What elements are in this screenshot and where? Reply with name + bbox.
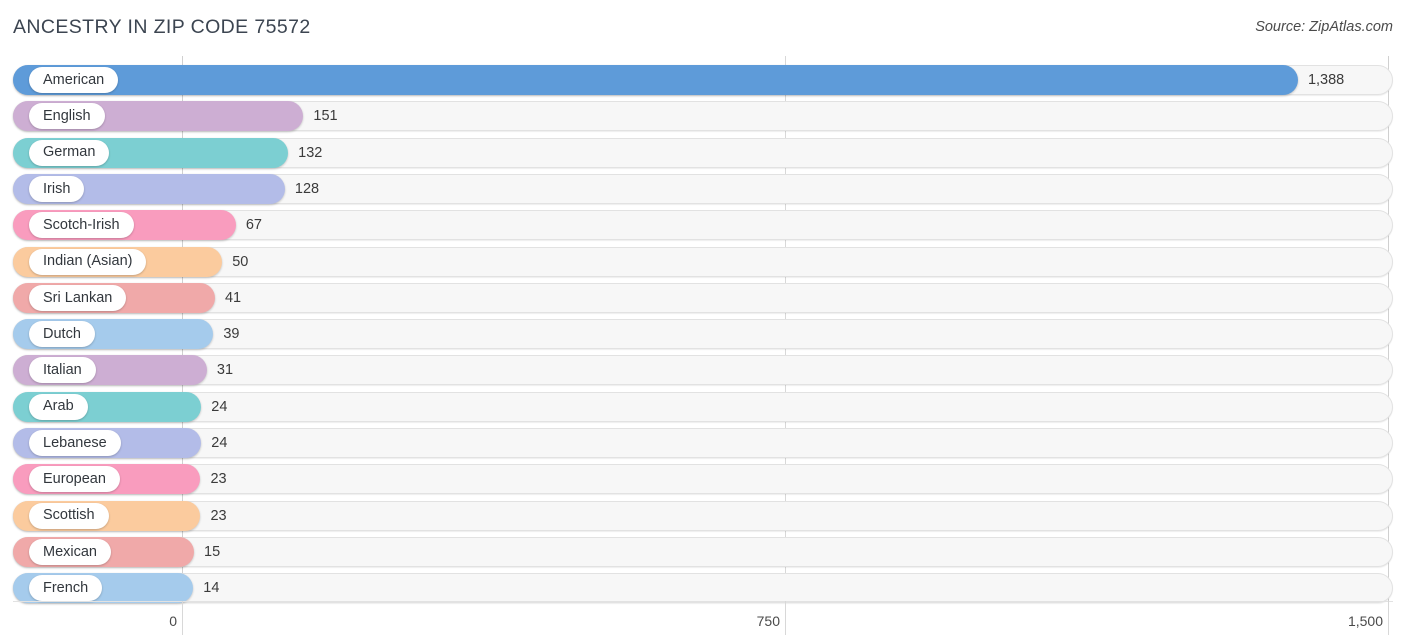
bar-value-label: 31: [216, 362, 234, 379]
bar-row[interactable]: Mexican 15: [13, 536, 1393, 567]
chart-header: ANCESTRY IN ZIP CODE 75572 Source: ZipAt…: [0, 0, 1406, 56]
bar-row[interactable]: Arab 24: [13, 391, 1393, 422]
bar-value-label: 128: [294, 180, 320, 197]
bar-label-pill: Scottish: [29, 502, 109, 529]
x-tick-label: 0: [169, 613, 177, 629]
bar-value-label: 67: [245, 217, 262, 234]
bar-label-pill: Dutch: [29, 321, 95, 348]
bar-category-label: Lebanese: [43, 434, 107, 451]
bar-category-label: German: [43, 144, 96, 161]
bar-label-pill: Sri Lankan: [29, 284, 127, 311]
x-tick-label: 750: [756, 613, 780, 629]
bar-value-label: 41: [224, 289, 242, 306]
bar-rows: American 1,388 English 151 German 132 Irish 128…: [0, 56, 1406, 604]
bar-label-pill: European: [29, 466, 120, 493]
bar-value-label: 39: [223, 326, 240, 343]
bar-category-label: Scottish: [43, 507, 95, 524]
plot-area: American 1,388 English 151 German 132 Irish 128…: [0, 56, 1406, 604]
bar-value-label: 151: [313, 108, 338, 125]
bar-row[interactable]: Dutch 39: [13, 319, 1393, 350]
bar-row[interactable]: German 132: [13, 137, 1393, 168]
bar-label-pill: Lebanese: [29, 430, 121, 456]
bar-label-pill: German: [29, 139, 110, 166]
tick-line: [785, 601, 786, 635]
bar-value-label: 132: [298, 144, 323, 161]
bar-label-pill: American: [29, 67, 119, 93]
bar-category-label: Dutch: [43, 325, 81, 342]
bar-row[interactable]: French 14: [13, 573, 1393, 604]
bar-value-label: 15: [204, 543, 221, 560]
bar-category-label: European: [43, 471, 106, 488]
tick-line: [1388, 601, 1389, 635]
x-axis: 0 750 1,500: [0, 601, 1406, 644]
tick-line: [182, 601, 183, 635]
bar-category-label: French: [43, 579, 89, 596]
axis-top-line: [13, 601, 1393, 602]
bar-category-label: Sri Lankan: [43, 289, 113, 306]
x-tick-label: 1,500: [1347, 613, 1383, 629]
bar-label-pill: Mexican: [29, 538, 111, 565]
bar-label-pill: Irish: [29, 175, 85, 202]
bar-value-label: 1,388: [1307, 72, 1345, 88]
bar-row[interactable]: Indian (Asian) 50: [13, 246, 1393, 277]
bar: [13, 65, 1298, 95]
bar-label-pill: French: [29, 575, 103, 602]
bar-category-label: English: [43, 108, 91, 125]
bar-category-label: Arab: [43, 398, 74, 415]
bar-row[interactable]: Irish 128: [13, 173, 1393, 204]
bar-value-label: 14: [203, 580, 220, 597]
bar-category-label: Mexican: [43, 543, 97, 560]
bar-value-label: 24: [211, 398, 228, 415]
bar-row[interactable]: English 151: [13, 101, 1393, 132]
bar-row[interactable]: Sri Lankan 41: [13, 282, 1393, 313]
page-title: ANCESTRY IN ZIP CODE 75572: [13, 16, 311, 38]
bar-label-pill: Scotch-Irish: [29, 212, 134, 239]
bar-row[interactable]: Scotch-Irish 67: [13, 210, 1393, 241]
bar-row[interactable]: Italian 31: [13, 355, 1393, 386]
bar-row[interactable]: European 23: [13, 464, 1393, 495]
bar-track: [13, 573, 1393, 604]
bar-value-label: 24: [211, 435, 228, 451]
bar-category-label: Scotch-Irish: [43, 216, 120, 233]
bar-value-label: 23: [210, 471, 227, 488]
source-attribution: Source: ZipAtlas.com: [1255, 19, 1393, 35]
bar-label-pill: Italian: [29, 357, 96, 384]
bar-label-pill: Indian (Asian): [29, 248, 147, 275]
bar-value-label: 50: [232, 253, 249, 270]
bar-row[interactable]: Scottish 23: [13, 500, 1393, 531]
bar-value-label: 23: [210, 507, 227, 524]
bar-track: [13, 319, 1393, 350]
bar-row[interactable]: American 1,388: [13, 65, 1393, 95]
bar-row[interactable]: Lebanese 24: [13, 428, 1393, 458]
bar-track: [13, 282, 1393, 313]
bar-label-pill: English: [29, 103, 105, 130]
bar-category-label: American: [43, 71, 105, 88]
bar-label-pill: Arab: [29, 393, 88, 420]
bar-category-label: Irish: [43, 180, 71, 197]
bar-category-label: Italian: [43, 362, 82, 379]
bar-category-label: Indian (Asian): [43, 253, 133, 270]
